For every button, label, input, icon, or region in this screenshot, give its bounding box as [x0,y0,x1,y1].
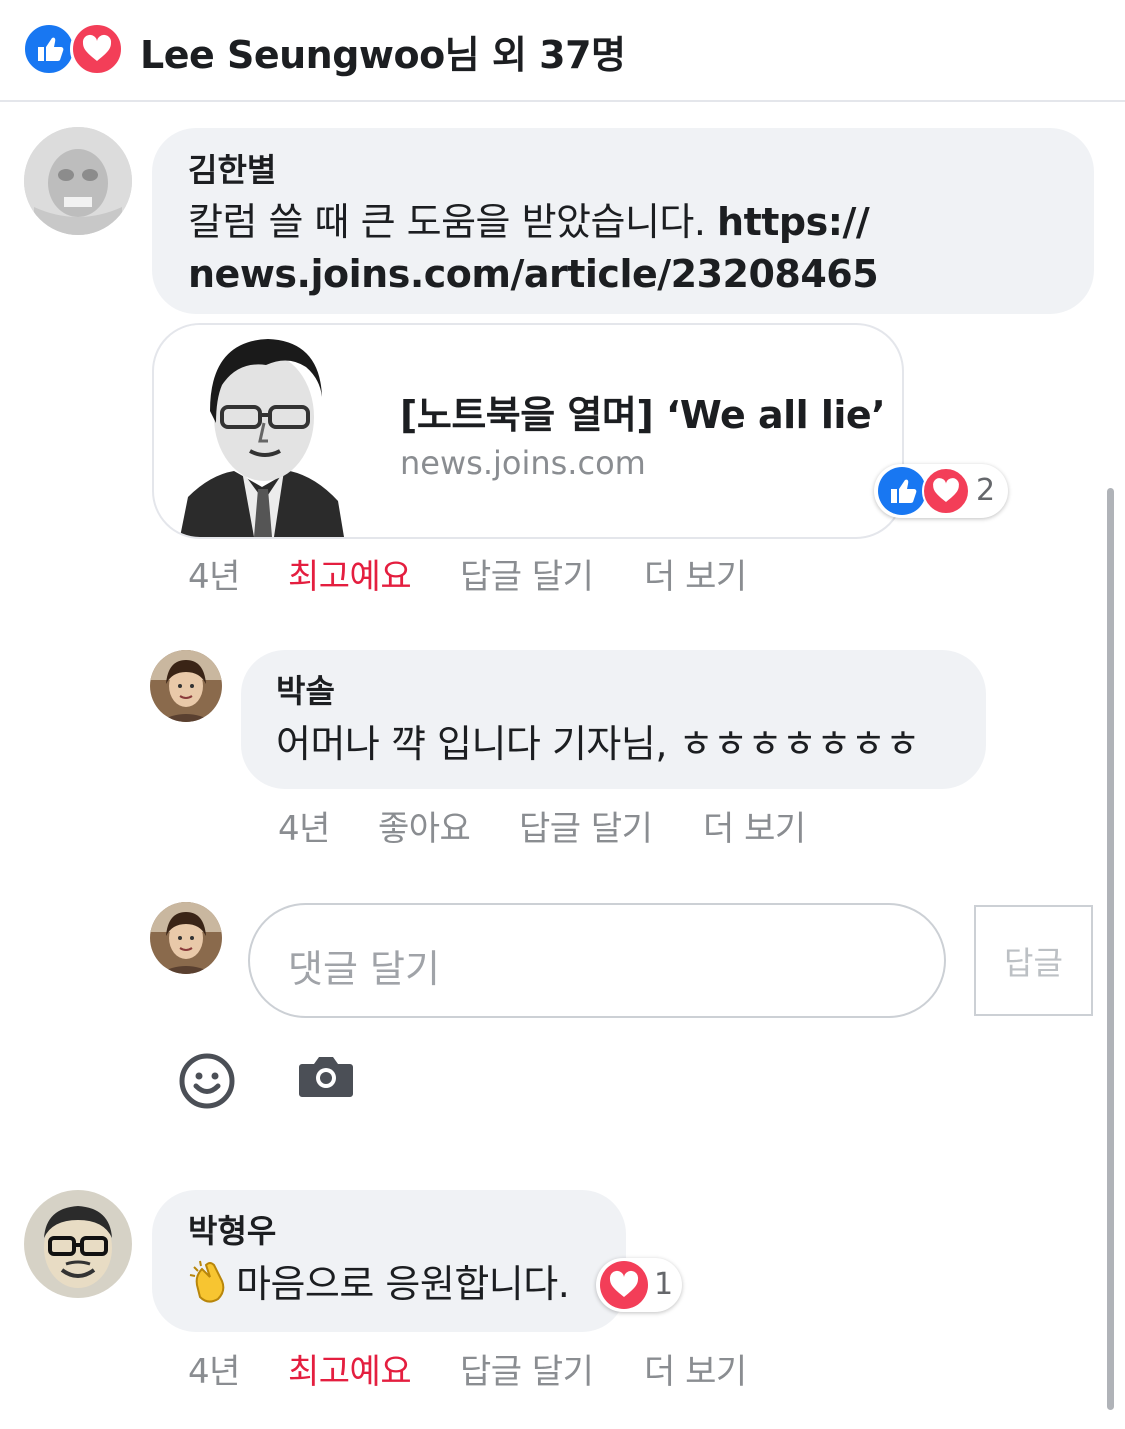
comment-author[interactable]: 박형우 [188,1206,276,1252]
reply-button[interactable]: 답글 달기 [460,549,594,598]
love-icon [922,467,970,515]
like-button[interactable]: 좋아요 [378,801,471,850]
like-icon [878,467,926,515]
comment-text-body: 칼럼 쓸 때 큰 도움을 받았습니다. [188,200,718,244]
comment-link[interactable]: https:// [717,200,870,244]
comment-text: 마음으로 응원합니다. [188,1258,570,1310]
reaction-count-pill[interactable]: 1 [596,1258,682,1312]
reaction-count: 1 [654,1267,674,1302]
more-button[interactable]: 더 보기 [644,1344,747,1393]
camera-icon[interactable] [298,1054,354,1098]
avatar[interactable] [24,127,132,235]
comment-text: 어머나 꺅 입니다 기자님, ㅎㅎㅎㅎㅎㅎㅎ [276,722,920,766]
love-icon [70,22,124,76]
avatar [150,902,222,974]
comment-timestamp[interactable]: 4년 [188,549,240,598]
comment-text: 칼럼 쓸 때 큰 도움을 받았습니다. https:// news.joins.… [188,196,1078,300]
reaction-button[interactable]: 최고예요 [288,1344,412,1393]
scrollbar[interactable] [1107,488,1114,1410]
reply-submit-button[interactable]: 답글 [974,905,1093,1016]
more-button[interactable]: 더 보기 [703,801,806,850]
link-preview-image [170,325,360,537]
emoji-smile-icon[interactable] [178,1052,236,1110]
comment-link-continued[interactable]: news.joins.com/article/23208465 [188,252,879,296]
reaction-count-pill[interactable]: 2 [874,464,1008,518]
reply-submit-label: 답글 [1004,943,1063,982]
more-button[interactable]: 더 보기 [644,549,747,598]
link-preview-domain: news.joins.com [400,444,646,482]
comment-text-body: 마음으로 응원합니다. [236,1262,570,1306]
comment-timestamp[interactable]: 4년 [278,801,330,850]
comment-input-placeholder[interactable]: 댓글 달기 [288,938,440,993]
reaction-count: 2 [976,473,996,508]
comment-timestamp[interactable]: 4년 [188,1344,240,1393]
link-preview-title[interactable]: [노트북을 열며] ‘We all lie’ [400,384,886,439]
reactions-header[interactable]: Lee Seungwoo님 외 37명 [0,0,1125,102]
comment-author[interactable]: 박솔 [276,666,335,712]
reply-button[interactable]: 답글 달기 [519,801,653,850]
comment-author[interactable]: 김한별 [188,145,276,191]
love-icon [600,1261,648,1309]
reply-button[interactable]: 답글 달기 [460,1344,594,1393]
clapping-hands-emoji [188,1258,236,1310]
reactions-summary[interactable]: Lee Seungwoo님 외 37명 [140,24,626,79]
avatar[interactable] [24,1190,132,1298]
like-icon [22,22,76,76]
reaction-button[interactable]: 최고예요 [288,549,412,598]
avatar[interactable] [150,650,222,722]
